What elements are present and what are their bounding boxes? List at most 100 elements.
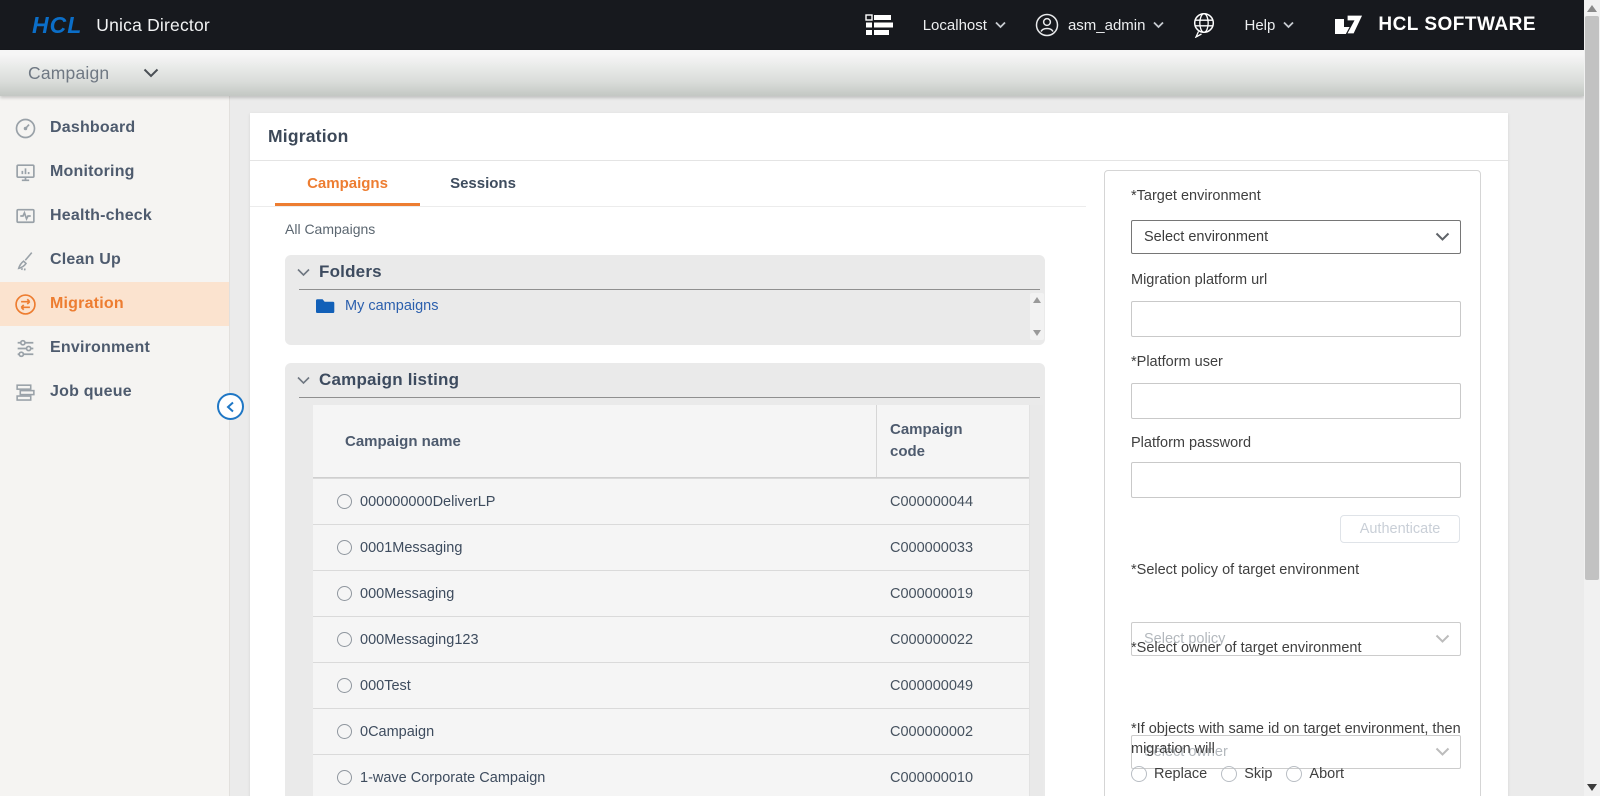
campaign-code: C000000019 [890, 571, 973, 616]
main-content-card: Migration Campaigns Sessions All Campaig… [250, 113, 1508, 796]
scroll-up-icon[interactable] [1033, 297, 1041, 303]
page-title: Migration [268, 126, 349, 147]
sidebar-item-label: Job queue [50, 383, 132, 401]
clean-up-icon [14, 249, 37, 272]
radio-icon [1286, 766, 1302, 782]
help-label: Help [1244, 17, 1275, 34]
host-label: Localhost [923, 17, 987, 34]
row-radio-button[interactable] [337, 632, 352, 647]
table-row[interactable]: 000000000DeliverLP C000000044 [313, 478, 1043, 524]
page-scrollbar[interactable] [1584, 0, 1600, 796]
column-header-campaign-name: Campaign name [345, 405, 461, 477]
table-row[interactable]: 000Messaging123 C000000022 [313, 616, 1043, 662]
hcl-software-glyph-icon [1332, 12, 1366, 38]
platform-user-label: *Platform user [1131, 354, 1223, 370]
sidebar-collapse-button[interactable] [217, 393, 244, 420]
column-header-campaign-code: Campaign code [890, 419, 980, 463]
product-name: Unica Director [96, 15, 210, 36]
chevron-down-icon[interactable] [297, 376, 310, 385]
sidebar-item-dashboard[interactable]: Dashboard [0, 106, 229, 150]
campaign-listing-title: Campaign listing [319, 370, 459, 390]
app-selector-label: Campaign [28, 63, 109, 84]
radio-replace[interactable]: Replace [1131, 766, 1207, 782]
scroll-down-icon[interactable] [1587, 784, 1597, 791]
sidebar-item-migration[interactable]: Migration [0, 282, 229, 326]
scrollbar-thumb[interactable] [1585, 16, 1599, 580]
environment-icon [14, 337, 37, 360]
sidebar-item-monitoring[interactable]: Monitoring [0, 150, 229, 194]
conflict-options: Replace Skip Abort [1131, 766, 1344, 782]
folder-item-my-campaigns[interactable]: My campaigns [285, 290, 1045, 314]
row-radio-button[interactable] [337, 678, 352, 693]
campaign-listing-panel: Campaign listing Campaign name Campaign … [285, 363, 1045, 796]
platform-user-input[interactable] [1131, 383, 1461, 419]
conflict-label: *If objects with same id on target envir… [1131, 719, 1463, 759]
row-radio-button[interactable] [337, 494, 352, 509]
breadcrumb: All Campaigns [285, 221, 375, 237]
table-row[interactable]: 000Messaging C000000019 [313, 570, 1043, 616]
radio-icon [1131, 766, 1147, 782]
chevron-down-icon[interactable] [297, 268, 310, 277]
sidebar-item-label: Dashboard [50, 119, 135, 137]
owner-label: *Select owner of target environment [1131, 640, 1362, 656]
row-radio-button[interactable] [337, 586, 352, 601]
sidebar-item-health-check[interactable]: Health-check [0, 194, 229, 238]
radio-skip[interactable]: Skip [1221, 766, 1272, 782]
brand: HCL Unica Director [32, 12, 210, 39]
campaign-code: C000000049 [890, 663, 973, 708]
campaign-table-header: Campaign name Campaign code [313, 405, 1043, 478]
divider [299, 397, 1040, 398]
platform-password-input[interactable] [1131, 462, 1461, 498]
scroll-down-icon[interactable] [1033, 330, 1041, 336]
sidebar-item-label: Migration [50, 295, 124, 313]
tab-campaigns[interactable]: Campaigns [275, 161, 420, 206]
folders-panel-header[interactable]: Folders [285, 255, 1045, 289]
top-nav: Localhost asm_admin [865, 12, 1536, 38]
radio-abort[interactable]: Abort [1286, 766, 1344, 782]
campaign-code: C000000044 [890, 479, 973, 524]
target-environment-label: *Target environment [1131, 188, 1261, 204]
authenticate-button[interactable]: Authenticate [1340, 515, 1460, 543]
row-radio-button[interactable] [337, 540, 352, 555]
policy-label: *Select policy of target environment [1131, 562, 1359, 578]
row-radio-button[interactable] [337, 770, 352, 785]
folders-panel: Folders My campaigns [285, 255, 1045, 345]
dashboard-icon [14, 117, 37, 140]
campaign-code: C000000010 [890, 755, 973, 796]
platform-url-input[interactable] [1131, 301, 1461, 337]
user-menu[interactable]: asm_admin [1034, 12, 1165, 38]
radio-label: Abort [1309, 766, 1344, 782]
app-window: HCL Unica Director Localhost [0, 0, 1600, 796]
migration-icon [14, 293, 37, 316]
folders-scrollbar[interactable] [1030, 293, 1044, 340]
campaign-listing-header[interactable]: Campaign listing [285, 363, 1045, 397]
sidebar-item-clean-up[interactable]: Clean Up [0, 238, 229, 282]
language-globe-icon[interactable] [1192, 12, 1216, 38]
monitoring-icon [14, 161, 37, 184]
scroll-up-icon[interactable] [1587, 5, 1597, 12]
queue-icon[interactable] [865, 13, 895, 37]
chevron-down-icon [1283, 21, 1294, 29]
sidebar-item-environment[interactable]: Environment [0, 326, 229, 370]
table-row[interactable]: 1-wave Corporate Campaign C000000010 [313, 754, 1043, 796]
platform-password-label: Platform password [1131, 435, 1251, 451]
row-radio-button[interactable] [337, 724, 352, 739]
campaign-code: C000000033 [890, 525, 973, 570]
chevron-down-icon[interactable] [143, 68, 159, 78]
help-menu[interactable]: Help [1244, 17, 1294, 34]
table-row[interactable]: 0Campaign C000000002 [313, 708, 1043, 754]
campaign-name: 000Test [360, 663, 411, 708]
table-scrollbar[interactable] [1029, 405, 1043, 796]
app-selector-bar[interactable]: Campaign [0, 50, 1584, 96]
table-row[interactable]: 0001Messaging C000000033 [313, 524, 1043, 570]
chevron-down-icon [1153, 21, 1164, 29]
radio-label: Replace [1154, 766, 1207, 782]
host-menu[interactable]: Localhost [923, 17, 1006, 34]
target-environment-select[interactable]: Select environment [1131, 220, 1461, 254]
chevron-down-icon [995, 21, 1006, 29]
sidebar-item-label: Clean Up [50, 251, 121, 269]
table-row[interactable]: 000Test C000000049 [313, 662, 1043, 708]
sidebar-item-job-queue[interactable]: Job queue [0, 370, 229, 414]
campaign-code: C000000022 [890, 617, 973, 662]
tab-sessions[interactable]: Sessions [420, 161, 546, 206]
